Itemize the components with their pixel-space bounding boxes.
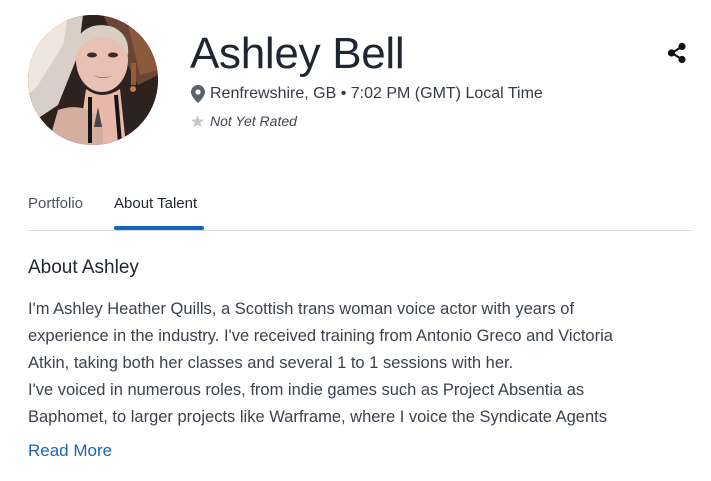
profile-tabs: Portfolio About Talent xyxy=(28,190,692,231)
share-button[interactable] xyxy=(667,42,687,64)
bio-line: experience in the industry. I've receive… xyxy=(28,327,613,345)
share-icon xyxy=(667,42,686,64)
rating-row: Not Yet Rated xyxy=(190,112,297,130)
bio-line: Atkin, taking both her classes and sever… xyxy=(28,354,514,372)
rating-text: Not Yet Rated xyxy=(210,113,297,129)
avatar-image xyxy=(28,15,158,145)
about-bio: I'm Ashley Heather Quills, a Scottish tr… xyxy=(28,296,688,431)
location-text: Renfrewshire, GB • 7:02 PM (GMT) Local T… xyxy=(210,85,543,102)
map-pin-icon xyxy=(191,85,205,103)
bio-line: Baphomet, to larger projects like Warfra… xyxy=(28,408,607,426)
talent-name: Ashley Bell xyxy=(190,29,405,78)
read-more-link[interactable]: Read More xyxy=(28,440,112,462)
tab-portfolio[interactable]: Portfolio xyxy=(28,194,83,214)
bio-line: I've voiced in numerous roles, from indi… xyxy=(28,381,585,399)
star-icon xyxy=(191,114,204,127)
about-section-title: About Ashley xyxy=(28,257,139,278)
talent-profile-page: Ashley Bell Renfrewshire, GB • 7:02 PM (… xyxy=(0,0,711,481)
avatar[interactable] xyxy=(28,15,158,145)
tab-about-talent[interactable]: About Talent xyxy=(114,194,197,214)
bio-line: I'm Ashley Heather Quills, a Scottish tr… xyxy=(28,300,575,318)
location-row: Renfrewshire, GB • 7:02 PM (GMT) Local T… xyxy=(191,84,543,104)
active-tab-indicator xyxy=(114,226,204,230)
